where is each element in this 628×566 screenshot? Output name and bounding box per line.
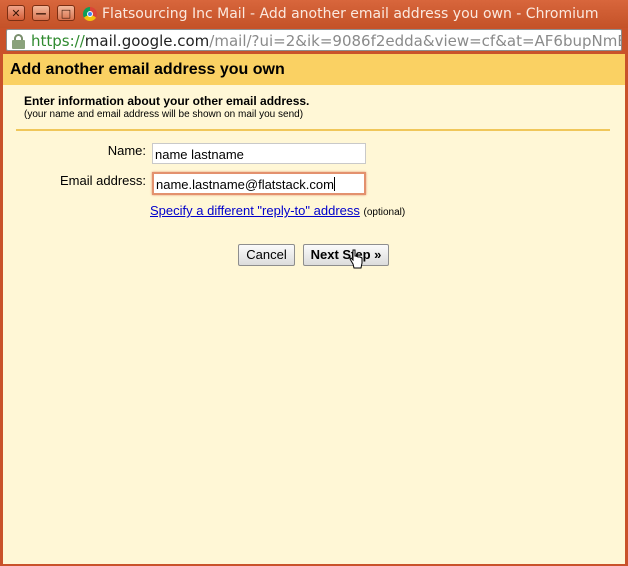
url-path: /mail/?ui=2&ik=9086f2edda&view=cf&at=AF6… [209,32,621,50]
window-titlebar: ✕ — □ Flatsourcing Inc Mail - Add anothe… [0,0,628,28]
maximize-window-button[interactable]: □ [57,5,75,21]
chromium-icon [83,7,97,21]
minimize-window-button[interactable]: — [32,5,50,21]
optional-note: (optional) [363,207,406,218]
hand-cursor-icon [349,249,363,269]
replyto-link[interactable]: Specify a different "reply-to" address [150,203,360,218]
url-text: https://mail.google.com/mail/?ui=2&ik=90… [31,32,621,50]
email-input[interactable]: name.lastname@flatstack.com [152,172,366,195]
intro-section: Enter information about your other email… [24,94,309,120]
url-host: mail.google.com [84,32,210,50]
email-input-value: name.lastname@flatstack.com [156,177,334,192]
dialog-title: Add another email address you own [10,61,285,78]
replyto-row: Specify a different "reply-to" address (… [150,203,405,218]
email-label: Email address: [60,173,146,188]
lock-icon-body [12,40,25,49]
cancel-button[interactable]: Cancel [238,244,295,266]
address-bar: https://mail.google.com/mail/?ui=2&ik=90… [0,28,628,54]
dialog-header: Add another email address you own [3,54,625,85]
close-window-button[interactable]: ✕ [7,5,25,21]
window-title: Flatsourcing Inc Mail - Add another emai… [102,6,599,22]
intro-subtitle: (your name and email address will be sho… [24,109,304,120]
url-scheme: https:// [31,32,85,50]
intro-title: Enter information about your other email… [24,94,310,108]
name-label: Name: [107,143,146,158]
url-field[interactable]: https://mail.google.com/mail/?ui=2&ik=90… [6,29,622,51]
name-input[interactable]: name lastname [152,143,366,164]
next-step-button[interactable]: Next Step » [303,244,389,266]
dialog-content: Add another email address you own Enter … [3,54,625,564]
name-input-value: name lastname [155,147,244,162]
divider [16,129,610,131]
text-caret [333,177,335,191]
